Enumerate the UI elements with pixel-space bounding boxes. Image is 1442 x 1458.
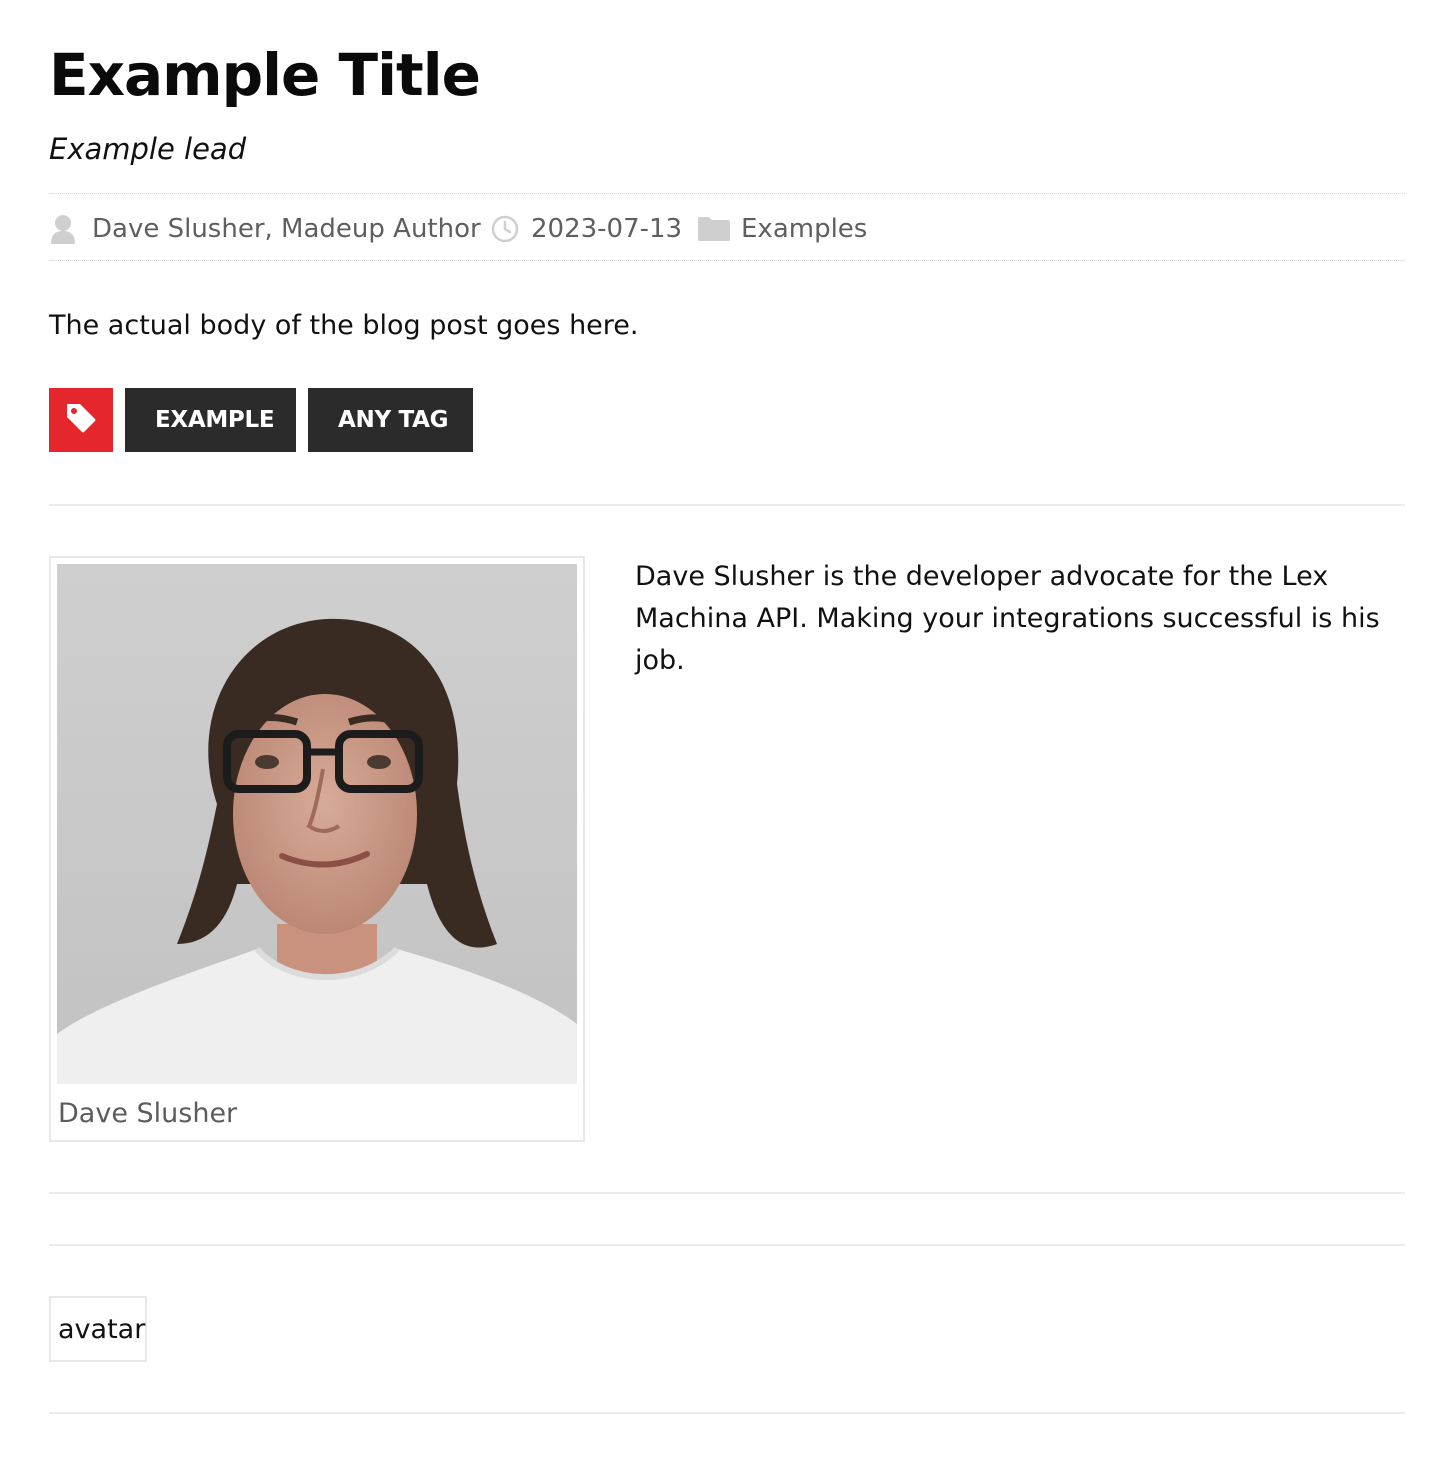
author-photo [57,564,577,1084]
meta-date: 2023-07-13 [491,212,682,246]
meta-category[interactable]: Examples [697,212,867,246]
author-caption: Dave Slusher [58,1098,238,1129]
user-icon [49,214,77,244]
post-lead: Example lead [49,132,247,166]
tag-example[interactable]: EXAMPLE [125,388,296,452]
avatar: avatar [49,1296,147,1362]
tag-icon-badge [49,388,113,452]
divider [49,504,1405,506]
tag-icon [64,401,98,439]
tag-any-tag[interactable]: ANY TAG [308,388,473,452]
author-bio: Dave Slusher is the developer advocate f… [635,561,1380,676]
folder-icon [697,216,731,242]
author-name[interactable]: Dave Slusher, Madeup Author [92,214,481,244]
meta-author[interactable]: Dave Slusher, Madeup Author [49,212,481,246]
divider [49,1192,1405,1194]
author-figure: Dave Slusher [49,556,585,1142]
tag-list: EXAMPLE ANY TAG [49,388,473,452]
divider [49,1244,1405,1246]
clock-icon [491,215,519,243]
post-date: 2023-07-13 [531,214,683,244]
divider [49,1412,1405,1414]
category-link[interactable]: Examples [741,214,867,244]
avatar-alt-text: avatar [58,1313,146,1345]
post-meta: Dave Slusher, Madeup Author 2023-07-13 E… [49,193,1405,261]
page-title: Example Title [49,41,481,109]
post-body: The actual body of the blog post goes he… [49,310,639,341]
